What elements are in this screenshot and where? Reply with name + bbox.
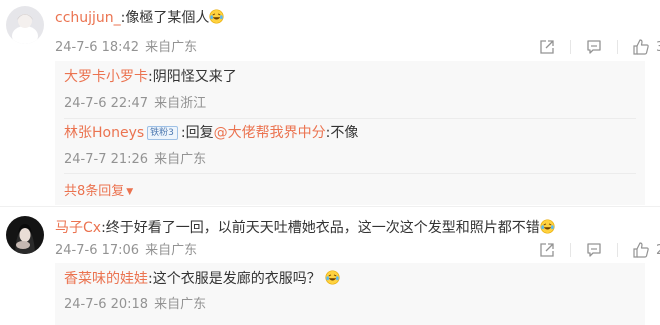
comment-location: 来自广东 (145, 40, 198, 55)
avatar[interactable] (6, 6, 44, 44)
reply-meta: 24-7-6 20:18 来自广东 (64, 297, 212, 313)
reply-meta: 24-7-6 22:47 来自浙江 (64, 96, 212, 112)
comment-text: :终于好看了一回，以前天天吐槽她衣品，这一次这个发型和照片都不错 (101, 220, 540, 236)
triangle-down-icon: ▼ (126, 187, 134, 197)
reply-location: 来自浙江 (154, 96, 207, 111)
avatar-image (6, 216, 44, 254)
comment-meta: 24-7-6 17:06 来自广东 (55, 243, 203, 259)
more-replies-label: 共8条回复 (64, 184, 125, 199)
comment-author[interactable]: cchujjun_ (55, 10, 121, 26)
reply-line: 香菜味的娃娃:这个衣服是发廊的衣服吗？ (64, 270, 340, 288)
divider (570, 243, 571, 257)
share-icon[interactable] (538, 38, 556, 56)
like-count: 22 (656, 243, 660, 258)
reply-line: 大罗卡小罗卡:阴阳怪又来了 (64, 68, 237, 86)
comment-date: 24-7-6 17:06 (55, 243, 140, 258)
comment-icon[interactable] (585, 241, 603, 259)
reply-author[interactable]: 香菜味的娃娃 (64, 271, 148, 287)
reply-location: 来自广东 (154, 152, 207, 167)
comment-line: cchujjun_:像極了某個人 (55, 9, 224, 27)
avatar-image (6, 6, 44, 44)
reply-divider (64, 173, 636, 174)
comment-actions: 22 (538, 241, 660, 259)
avatar[interactable] (6, 216, 44, 254)
comment-location: 来自广东 (145, 243, 198, 258)
divider (617, 243, 618, 257)
comment-divider (0, 206, 660, 207)
laughing-tears-emoji-icon (325, 270, 340, 285)
reply-date: 24-7-6 20:18 (64, 297, 149, 312)
like-count: 36 (656, 40, 660, 55)
divider (570, 40, 571, 54)
reply-meta: 24-7-7 21:26 来自广东 (64, 152, 212, 168)
reply-text: :不像 (325, 125, 359, 141)
reply-date: 24-7-7 21:26 (64, 152, 149, 167)
comment-date: 24-7-6 18:42 (55, 40, 140, 55)
divider (617, 40, 618, 54)
comment-icon[interactable] (585, 38, 603, 56)
comment-author[interactable]: 马子Cx (55, 220, 101, 236)
reply-mention[interactable]: @大佬帮我界中分 (214, 125, 326, 141)
reply-date: 24-7-6 22:47 (64, 96, 149, 111)
comment-text: :像極了某個人 (120, 10, 210, 26)
comment-line: 马子Cx:终于好看了一回，以前天天吐槽她衣品，这一次这个发型和照片都不错 (55, 219, 555, 237)
share-icon[interactable] (538, 241, 556, 259)
reply-divider (64, 118, 636, 119)
comment-actions: 36 (538, 38, 660, 56)
laughing-tears-emoji-icon (540, 219, 555, 234)
reply-text: :阴阳怪又来了 (148, 69, 237, 85)
thumbs-up-icon[interactable] (632, 241, 650, 259)
reply-text: :这个衣服是发廊的衣服吗？ (148, 271, 321, 287)
reply-author[interactable]: 林张Honeys (64, 125, 144, 141)
reply-location: 来自广东 (154, 297, 207, 312)
reply-prefix: :回复 (180, 125, 214, 141)
reply-author[interactable]: 大罗卡小罗卡 (64, 69, 148, 85)
more-replies-link[interactable]: 共8条回复 ▼ (64, 180, 133, 199)
comment-meta: 24-7-6 18:42 来自广东 (55, 40, 203, 56)
laughing-tears-emoji-icon (209, 9, 224, 24)
fan-badge: 铁粉3 (147, 126, 178, 140)
thumbs-up-icon[interactable] (632, 38, 650, 56)
reply-line: 林张Honeys 铁粉3:回复@大佬帮我界中分:不像 (64, 124, 358, 142)
